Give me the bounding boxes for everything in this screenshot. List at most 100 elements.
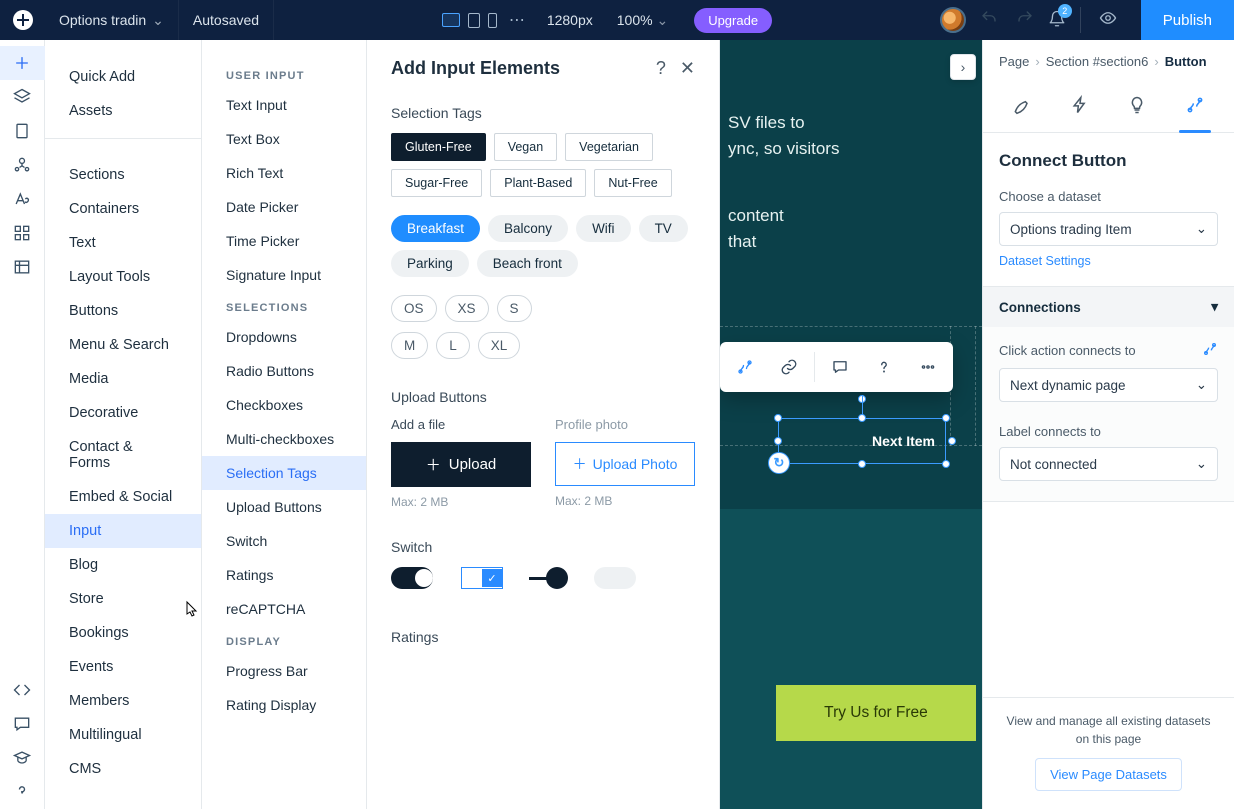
- category-cms[interactable]: CMS: [45, 752, 201, 786]
- rotate-handle-icon[interactable]: ↻: [768, 452, 790, 474]
- toolbar-help-icon[interactable]: [863, 346, 905, 388]
- phone-device-icon[interactable]: [488, 13, 497, 28]
- upload-file-button[interactable]: ＋ Upload: [391, 442, 531, 487]
- subcat-signature-input[interactable]: Signature Input: [202, 258, 366, 292]
- toolbar-connect-icon[interactable]: [724, 346, 766, 388]
- category-containers[interactable]: Containers: [45, 192, 201, 226]
- category-store[interactable]: Store: [45, 582, 201, 616]
- subcat-time-picker[interactable]: Time Picker: [202, 224, 366, 258]
- subcat-dropdowns[interactable]: Dropdowns: [202, 320, 366, 354]
- desktop-device-icon[interactable]: [442, 13, 460, 27]
- category-events[interactable]: Events: [45, 650, 201, 684]
- pill-m[interactable]: M: [391, 332, 428, 359]
- preview-button[interactable]: [1095, 7, 1121, 34]
- close-icon[interactable]: ✕: [680, 58, 695, 79]
- pill-balcony[interactable]: Balcony: [488, 215, 568, 242]
- upgrade-button[interactable]: Upgrade: [694, 8, 772, 33]
- dataset-select[interactable]: Options trading Item ⌄: [999, 212, 1218, 246]
- notifications-button[interactable]: 2: [1048, 10, 1066, 31]
- category-menu-search[interactable]: Menu & Search: [45, 328, 201, 362]
- pill-beach-front[interactable]: Beach front: [477, 250, 578, 277]
- pill-wifi[interactable]: Wifi: [576, 215, 631, 242]
- subcat-text-box[interactable]: Text Box: [202, 122, 366, 156]
- more-devices-button[interactable]: ⋯: [505, 10, 531, 30]
- pill-xl[interactable]: XL: [478, 332, 521, 359]
- help-icon[interactable]: ?: [656, 58, 666, 79]
- amenity-tags-preset[interactable]: Breakfast Balcony Wifi TV Parking Beach …: [391, 215, 695, 277]
- pill-parking[interactable]: Parking: [391, 250, 469, 277]
- category-multilingual[interactable]: Multilingual: [45, 718, 201, 752]
- connected-icon[interactable]: [1202, 341, 1218, 360]
- inspector-toggle-button[interactable]: ›: [950, 54, 976, 80]
- tag-sugar-free[interactable]: Sugar-Free: [391, 169, 482, 197]
- tab-connect-icon[interactable]: [1179, 85, 1211, 132]
- category-embed-social[interactable]: Embed & Social: [45, 480, 201, 514]
- pill-l[interactable]: L: [436, 332, 470, 359]
- pill-breakfast[interactable]: Breakfast: [391, 215, 480, 242]
- editor-canvas[interactable]: › SV files to ync, so visitors content t…: [720, 40, 982, 809]
- click-action-select[interactable]: Next dynamic page ⌄: [999, 368, 1218, 402]
- upload-photo-button[interactable]: ＋ Upload Photo: [555, 442, 695, 486]
- subcat-rich-text[interactable]: Rich Text: [202, 156, 366, 190]
- tag-vegetarian[interactable]: Vegetarian: [565, 133, 653, 161]
- tag-gluten-free[interactable]: Gluten-Free: [391, 133, 486, 161]
- rail-members-button[interactable]: [0, 148, 45, 182]
- rail-cms-button[interactable]: [0, 250, 45, 284]
- subcat-recaptcha[interactable]: reCAPTCHA: [202, 592, 366, 626]
- category-decorative[interactable]: Decorative: [45, 396, 201, 430]
- view-page-datasets-button[interactable]: View Page Datasets: [1035, 758, 1182, 791]
- category-buttons[interactable]: Buttons: [45, 294, 201, 328]
- publish-button[interactable]: Publish: [1141, 0, 1234, 40]
- cta-button[interactable]: Try Us for Free: [776, 685, 976, 741]
- category-members[interactable]: Members: [45, 684, 201, 718]
- category-media[interactable]: Media: [45, 362, 201, 396]
- tag-vegan[interactable]: Vegan: [494, 133, 557, 161]
- viewport-width[interactable]: 1280px: [547, 12, 593, 28]
- pill-tv[interactable]: TV: [639, 215, 688, 242]
- tablet-device-icon[interactable]: [468, 13, 480, 28]
- rail-help-button[interactable]: [0, 775, 45, 809]
- label-connects-select[interactable]: Not connected ⌄: [999, 447, 1218, 481]
- rail-comments-button[interactable]: [0, 707, 45, 741]
- switch-preset-1[interactable]: [391, 567, 435, 589]
- toolbar-comment-icon[interactable]: [819, 346, 861, 388]
- breadcrumb-page[interactable]: Page: [999, 54, 1029, 69]
- tab-design-icon[interactable]: [1006, 85, 1038, 132]
- diet-tags-preset[interactable]: Gluten-Free Vegan Vegetarian Sugar-Free …: [391, 133, 695, 197]
- project-name-dropdown[interactable]: Options tradin ⌄: [45, 0, 179, 40]
- selected-button-element[interactable]: Next Item ↻: [778, 418, 946, 464]
- pill-xs[interactable]: XS: [445, 295, 489, 322]
- upload-photo-preset[interactable]: Profile photo ＋ Upload Photo Max: 2 MB: [555, 417, 695, 509]
- subcat-multi-checkboxes[interactable]: Multi-checkboxes: [202, 422, 366, 456]
- tag-nut-free[interactable]: Nut-Free: [594, 169, 671, 197]
- rail-typography-button[interactable]: [0, 182, 45, 216]
- category-assets[interactable]: Assets: [45, 94, 201, 128]
- rail-learn-button[interactable]: [0, 741, 45, 775]
- category-contact-forms[interactable]: Contact & Forms: [45, 430, 201, 480]
- subcat-upload-buttons[interactable]: Upload Buttons: [202, 490, 366, 524]
- subcat-radio-buttons[interactable]: Radio Buttons: [202, 354, 366, 388]
- upload-file-preset[interactable]: Add a file ＋ Upload Max: 2 MB: [391, 417, 531, 509]
- rail-add-button[interactable]: [0, 46, 45, 80]
- category-bookings[interactable]: Bookings: [45, 616, 201, 650]
- pill-os[interactable]: OS: [391, 295, 437, 322]
- category-sections[interactable]: Sections: [45, 158, 201, 192]
- zoom-level[interactable]: 100% ⌄: [617, 12, 668, 29]
- subcat-switch[interactable]: Switch: [202, 524, 366, 558]
- redo-button[interactable]: [1012, 7, 1038, 34]
- category-layout-tools[interactable]: Layout Tools: [45, 260, 201, 294]
- subcat-rating-display[interactable]: Rating Display: [202, 688, 366, 722]
- switch-preset-3[interactable]: [529, 567, 568, 589]
- subcat-text-input[interactable]: Text Input: [202, 88, 366, 122]
- tab-animations-icon[interactable]: [1064, 85, 1096, 132]
- subcat-ratings[interactable]: Ratings: [202, 558, 366, 592]
- subcat-selection-tags[interactable]: Selection Tags: [202, 456, 366, 490]
- rail-apps-button[interactable]: [0, 216, 45, 250]
- user-avatar[interactable]: [940, 7, 966, 33]
- rail-layers-button[interactable]: [0, 80, 45, 114]
- tab-ideas-icon[interactable]: [1121, 85, 1153, 132]
- undo-button[interactable]: [976, 7, 1002, 34]
- wix-logo[interactable]: [0, 9, 45, 31]
- category-blog[interactable]: Blog: [45, 548, 201, 582]
- switch-preset-2[interactable]: ✓: [461, 567, 503, 589]
